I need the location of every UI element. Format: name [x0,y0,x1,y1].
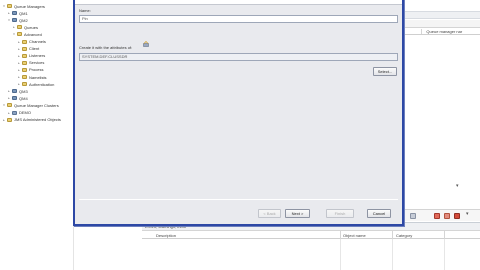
tree-item-label: Queues [24,24,39,30]
tree-item[interactable]: ▸ Listeners [17,53,45,59]
column-header-object-name[interactable]: Object name [343,233,366,238]
expand-toggle-icon[interactable]: ▸ [2,118,6,122]
tree-item[interactable]: ▸ Queues [12,24,38,30]
collapse-toggle-icon[interactable]: ▾ [12,32,16,36]
back-button[interactable]: < Back [258,209,281,218]
folder-icon [22,67,27,72]
tree-item-label: Namelists [29,74,47,80]
cancel-button[interactable]: Cancel [367,209,391,218]
problems-table-header: Description Object name Category [142,230,480,240]
expand-toggle-icon[interactable]: ▸ [7,111,11,115]
expand-toggle-icon[interactable]: ▸ [17,40,21,44]
tree-item[interactable]: ▸ QM4 [7,95,28,101]
tree-item[interactable]: ▸ Services [17,60,44,66]
folder-icon [17,25,22,30]
tree-item[interactable]: ▸ Process [17,67,43,73]
tree-item-label: Client [29,46,40,52]
collapse-toggle-icon[interactable]: ▾ [2,103,6,107]
expand-toggle-icon[interactable]: ▸ [17,82,21,86]
delete-icon[interactable] [434,213,440,219]
tree-item[interactable]: ▸ Client [17,46,39,52]
expand-toggle-icon[interactable]: ▸ [17,54,21,58]
tree-item[interactable]: ▾ Queue Managers [2,3,45,9]
tree-item[interactable]: ▸ QM1 [7,10,28,16]
tree-item-label: Queue Managers [14,3,45,9]
expand-toggle-icon[interactable]: ▸ [17,68,21,72]
folder-icon [22,60,27,65]
button-bar-separator [79,199,398,200]
tree-item-label: Channels [29,39,46,44]
tree-item-label: Process [29,67,44,73]
server-icon [12,110,17,115]
tree-item-label: Advanced [24,31,42,37]
filter-icon[interactable] [444,213,450,219]
folder-icon [7,4,12,8]
tree-item-label: QM2 [19,17,28,23]
tree-item-label: JMS Administered Objects [14,117,61,123]
tree-item-label: Services [29,60,45,66]
queue-manager-icon [12,96,17,101]
view-menu-icon[interactable]: ▾ [466,211,472,217]
expand-toggle-icon[interactable]: ▸ [17,75,21,79]
content-table-header: Queue manager nar [404,28,480,35]
tree-item-label: Queue Manager Clusters [14,102,59,108]
column-header-category[interactable]: Category [396,233,412,238]
tree-item[interactable]: ▸ Authentication [17,81,54,87]
collapse-toggle-icon[interactable]: ▾ [7,18,11,22]
tree-item-label: QM1 [19,10,28,16]
tree-item-label: Authentication [29,81,55,87]
expand-toggle-icon[interactable]: ▸ [12,25,16,29]
channel-attributes-icon [143,41,149,47]
expand-toggle-icon[interactable]: ▸ [17,47,21,51]
content-pane-titlebar [404,11,480,19]
properties-toolbar: ▾ [404,209,480,221]
tree-item-label: DEMO [19,110,31,115]
collapse-toggle-icon[interactable]: ▾ [2,4,6,8]
dropdown-arrow-icon[interactable]: ▾ [456,183,459,189]
name-field[interactable]: Pin [79,15,398,23]
wizard-banner [75,0,402,5]
tree-item[interactable]: ▸ Namelists [17,74,47,80]
tree-item[interactable]: ▸ Channels [17,39,46,45]
folder-icon [22,75,27,79]
expand-toggle-icon[interactable]: ▸ [7,89,11,93]
tree-item[interactable]: ▾ QM2 [7,17,28,23]
finish-button[interactable]: Finish [326,209,354,218]
tree-item-label: QM3 [19,88,28,94]
problems-table-body [142,239,480,270]
expand-toggle-icon[interactable]: ▸ [7,96,11,100]
save-icon[interactable] [410,213,416,219]
folder-icon [22,82,27,87]
expand-toggle-icon[interactable]: ▸ [17,61,21,65]
folder-icon [22,46,27,51]
expand-toggle-icon[interactable]: ▸ [7,11,11,15]
folder-icon [7,117,12,122]
tree-item-label: Listeners [29,53,46,59]
folder-icon [17,32,22,37]
select-button[interactable]: Select... [373,67,397,76]
tree-item[interactable]: ▸ JMS Administered Objects [2,117,61,123]
column-header-description[interactable]: Description [156,233,176,238]
new-cluster-channel-wizard: Name: Pin Create it with the attributes … [73,0,404,226]
folder-icon [7,103,12,108]
tree-item[interactable]: ▸ QM3 [7,88,28,94]
tree-item[interactable]: ▾ Queue Manager Clusters [2,102,59,108]
column-header-queue-manager-name[interactable]: Queue manager nar [421,28,480,34]
queue-manager-icon [12,89,17,94]
content-pane-toolbar [404,20,480,28]
tree-item[interactable]: ▾ Advanced [12,31,42,37]
attributes-field: SYSTEM.DEF.CLUSSDR [79,53,398,61]
next-button[interactable]: Next > [285,209,310,218]
folder-icon [22,39,27,44]
queue-manager-icon [12,18,17,23]
name-label: Name: [79,8,91,13]
queue-manager-icon [12,11,17,16]
folder-icon [22,53,27,58]
navigator-tree: ▾ Queue Managers ▸ QM1 ▾ QM2 ▸ Queues ▾ Advanced ▸… [0,0,74,270]
attributes-label: Create it with the attributes of: [79,45,133,50]
tree-item-label: QM4 [19,95,28,101]
tree-item[interactable]: ▸ DEMO [7,110,31,116]
clear-icon[interactable] [454,213,460,219]
